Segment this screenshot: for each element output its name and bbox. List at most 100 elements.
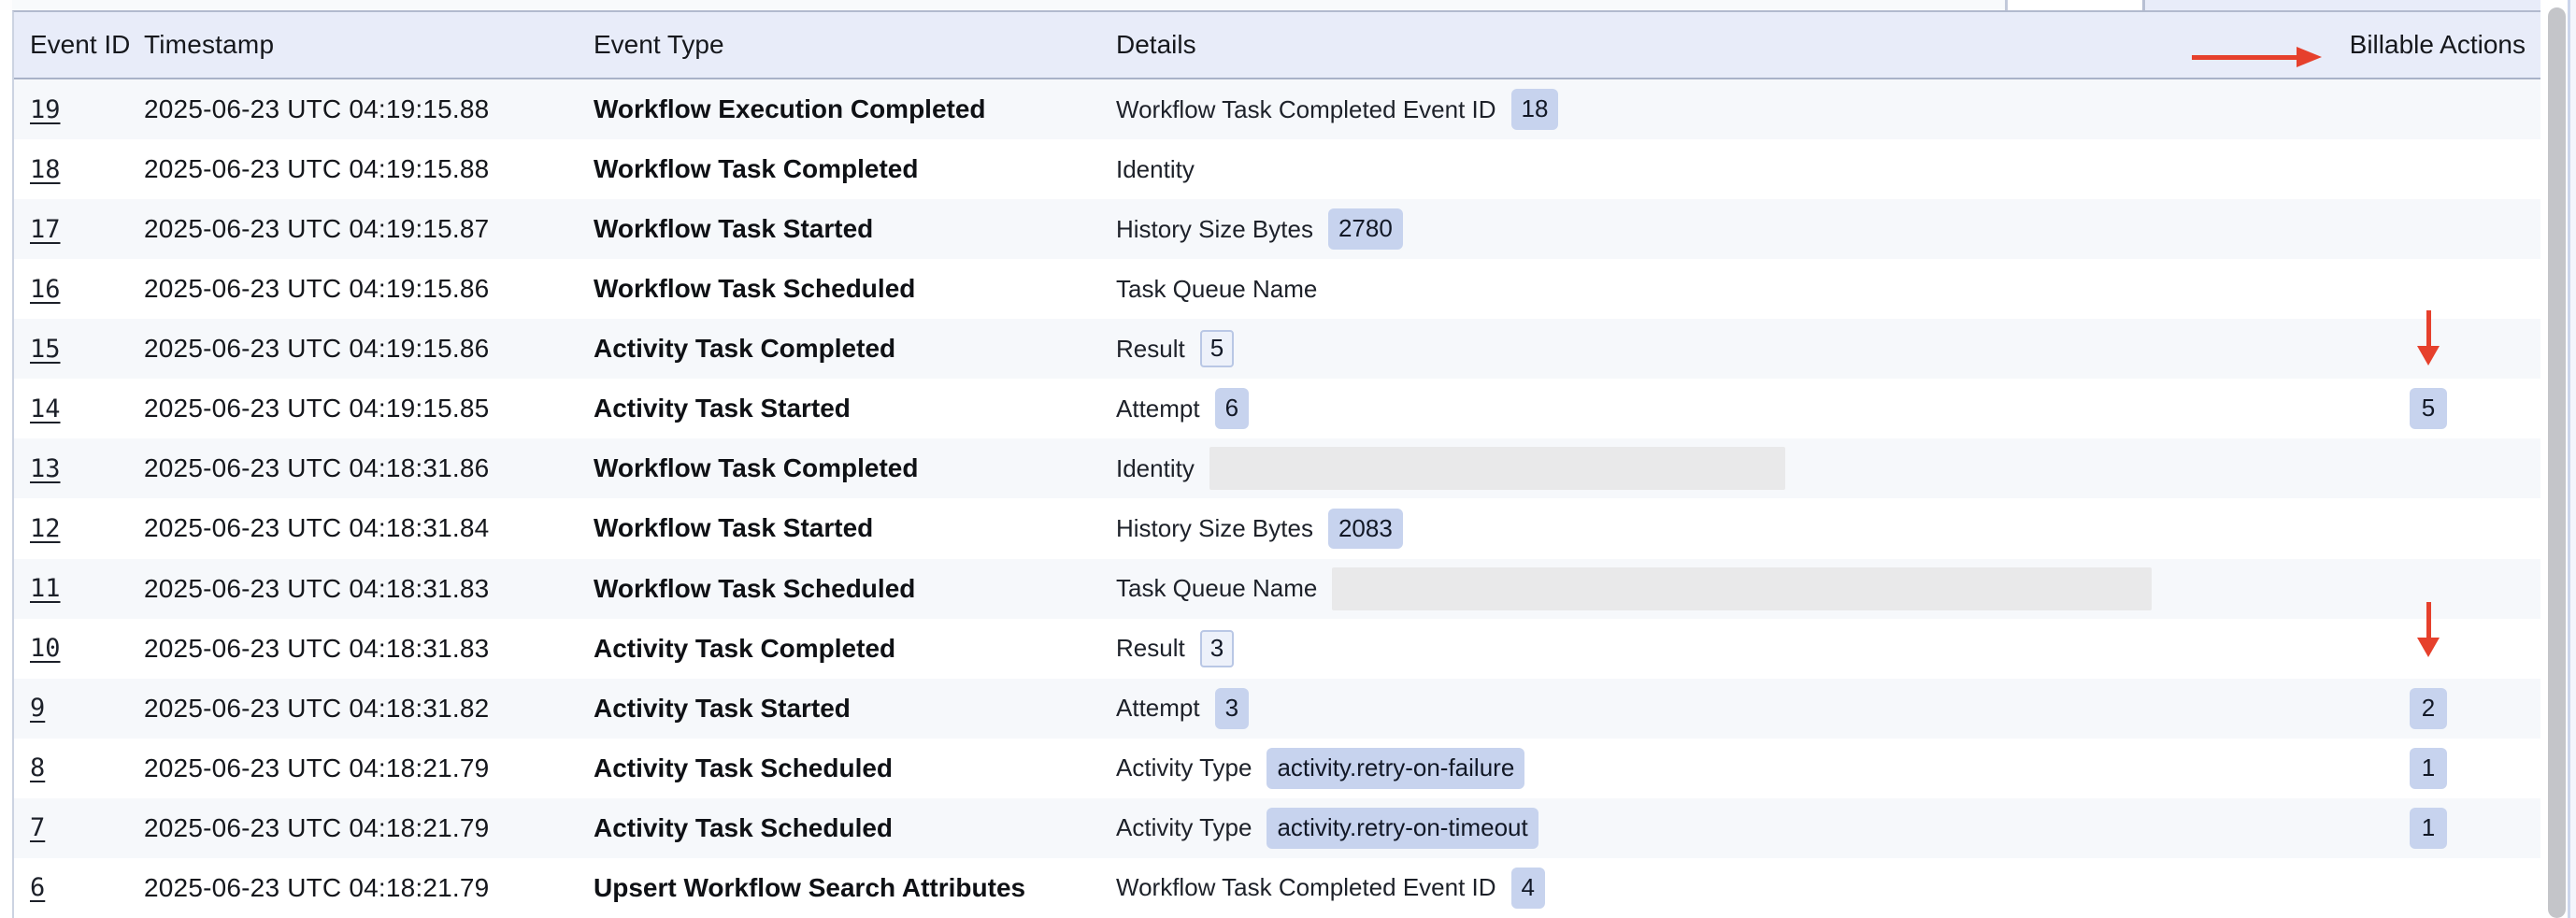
column-header-event-type: Event Type <box>594 30 1116 60</box>
detail-value-chip: activity.retry-on-failure <box>1267 748 1524 789</box>
event-type: Activity Task Completed <box>594 334 1116 364</box>
top-strip-segment <box>2008 0 2142 10</box>
detail-label: Workflow Task Completed Event ID <box>1116 95 1496 124</box>
red-down-arrow-icon <box>2415 602 2441 658</box>
event-id-link[interactable]: 8 <box>30 753 45 782</box>
event-id-link[interactable]: 9 <box>30 694 45 723</box>
detail-label: Identity <box>1116 155 1195 184</box>
column-header-timestamp: Timestamp <box>144 30 594 60</box>
top-cropped-strip <box>0 0 2576 10</box>
event-timestamp: 2025-06-23 UTC 04:19:15.88 <box>144 154 594 184</box>
event-id-link[interactable]: 6 <box>30 873 45 902</box>
detail-value-chip: 18 <box>1511 89 1559 130</box>
event-id-link[interactable]: 13 <box>30 454 61 483</box>
event-type: Upsert Workflow Search Attributes <box>594 873 1116 903</box>
detail-label: Activity Type <box>1116 753 1252 782</box>
detail-label: Task Queue Name <box>1116 275 1317 304</box>
column-header-event-id: Event ID <box>14 30 144 60</box>
event-row[interactable]: 9 2025-06-23 UTC 04:18:31.82 Activity Ta… <box>14 679 2540 739</box>
detail-value-chip: activity.retry-on-timeout <box>1267 808 1538 849</box>
event-row[interactable]: 10 2025-06-23 UTC 04:18:31.83 Activity T… <box>14 619 2540 679</box>
event-timestamp: 2025-06-23 UTC 04:18:31.83 <box>144 574 594 604</box>
event-row[interactable]: 7 2025-06-23 UTC 04:18:21.79 Activity Ta… <box>14 798 2540 858</box>
table-header-row: Event ID Timestamp Event Type Details Bi… <box>14 12 2540 79</box>
event-type: Workflow Task Started <box>594 214 1116 244</box>
event-type: Activity Task Started <box>594 394 1116 423</box>
billable-count-chip: 1 <box>2410 808 2447 849</box>
detail-value-chip: 4 <box>1511 868 1545 909</box>
event-row[interactable]: 8 2025-06-23 UTC 04:18:21.79 Activity Ta… <box>14 739 2540 798</box>
panel-edge-fill <box>2570 0 2576 918</box>
event-id-link[interactable]: 7 <box>30 813 45 842</box>
event-id-link[interactable]: 10 <box>30 634 61 663</box>
event-row[interactable]: 12 2025-06-23 UTC 04:18:31.84 Workflow T… <box>14 498 2540 558</box>
detail-label: Result <box>1116 335 1185 364</box>
event-type: Workflow Task Completed <box>594 154 1116 184</box>
detail-label: Result <box>1116 634 1185 663</box>
detail-label: History Size Bytes <box>1116 215 1313 244</box>
event-row[interactable]: 15 2025-06-23 UTC 04:19:15.86 Activity T… <box>14 319 2540 379</box>
detail-value-chip: 5 <box>1200 330 1234 367</box>
red-right-arrow-icon <box>2192 45 2323 69</box>
event-id-link[interactable]: 18 <box>30 155 61 184</box>
event-id-link[interactable]: 14 <box>30 394 61 423</box>
event-timestamp: 2025-06-23 UTC 04:19:15.87 <box>144 214 594 244</box>
event-type: Workflow Task Started <box>594 513 1116 543</box>
column-divider <box>2005 0 2008 10</box>
event-type: Workflow Task Scheduled <box>594 574 1116 604</box>
event-id-link[interactable]: 17 <box>30 215 61 244</box>
redacted-value <box>1209 447 1785 490</box>
event-row[interactable]: 19 2025-06-23 UTC 04:19:15.88 Workflow E… <box>14 79 2540 139</box>
event-type: Activity Task Scheduled <box>594 753 1116 783</box>
event-timestamp: 2025-06-23 UTC 04:18:31.84 <box>144 513 594 543</box>
detail-value-chip: 2780 <box>1328 208 1403 250</box>
event-id-link[interactable]: 12 <box>30 514 61 543</box>
event-row[interactable]: 13 2025-06-23 UTC 04:18:31.86 Workflow T… <box>14 438 2540 498</box>
event-row[interactable]: 14 2025-06-23 UTC 04:19:15.85 Activity T… <box>14 379 2540 438</box>
event-type: Activity Task Scheduled <box>594 813 1116 843</box>
detail-value-chip: 3 <box>1200 630 1234 667</box>
event-type: Workflow Task Completed <box>594 453 1116 483</box>
event-id-link[interactable]: 15 <box>30 335 61 364</box>
event-timestamp: 2025-06-23 UTC 04:18:31.86 <box>144 453 594 483</box>
detail-label: Task Queue Name <box>1116 574 1317 603</box>
detail-label: Workflow Task Completed Event ID <box>1116 873 1496 902</box>
event-timestamp: 2025-06-23 UTC 04:18:31.82 <box>144 694 594 724</box>
top-strip-segment <box>12 0 2006 10</box>
event-row[interactable]: 16 2025-06-23 UTC 04:19:15.86 Workflow T… <box>14 259 2540 319</box>
event-id-link[interactable]: 16 <box>30 275 61 304</box>
red-down-arrow-icon <box>2415 310 2441 366</box>
event-timestamp: 2025-06-23 UTC 04:18:21.79 <box>144 813 594 843</box>
redacted-value <box>1332 567 2152 610</box>
detail-label: History Size Bytes <box>1116 514 1313 543</box>
event-id-link[interactable]: 19 <box>30 95 61 124</box>
event-timestamp: 2025-06-23 UTC 04:19:15.86 <box>144 334 594 364</box>
event-row[interactable]: 17 2025-06-23 UTC 04:19:15.87 Workflow T… <box>14 199 2540 259</box>
event-timestamp: 2025-06-23 UTC 04:18:21.79 <box>144 873 594 903</box>
top-strip-segment <box>2145 0 2540 10</box>
event-type: Workflow Execution Completed <box>594 94 1116 124</box>
detail-value-chip: 6 <box>1215 388 1249 429</box>
event-timestamp: 2025-06-23 UTC 04:19:15.85 <box>144 394 594 423</box>
detail-value-chip: 2083 <box>1328 509 1403 550</box>
event-row[interactable]: 11 2025-06-23 UTC 04:18:31.83 Workflow T… <box>14 559 2540 619</box>
billable-count-chip: 2 <box>2410 688 2447 729</box>
detail-label: Attempt <box>1116 694 1200 723</box>
event-type: Workflow Task Scheduled <box>594 274 1116 304</box>
column-divider <box>2142 0 2145 10</box>
event-timestamp: 2025-06-23 UTC 04:18:31.83 <box>144 634 594 664</box>
billable-count-chip: 1 <box>2410 748 2447 789</box>
event-id-link[interactable]: 11 <box>30 574 61 603</box>
table-body: 19 2025-06-23 UTC 04:19:15.88 Workflow E… <box>14 79 2540 918</box>
event-row[interactable]: 6 2025-06-23 UTC 04:18:21.79 Upsert Work… <box>14 858 2540 918</box>
scrollbar-thumb[interactable] <box>2548 7 2566 918</box>
event-timestamp: 2025-06-23 UTC 04:19:15.88 <box>144 94 594 124</box>
event-row[interactable]: 18 2025-06-23 UTC 04:19:15.88 Workflow T… <box>14 139 2540 199</box>
event-history-table: Event ID Timestamp Event Type Details Bi… <box>12 10 2540 918</box>
detail-value-chip: 3 <box>1215 688 1249 729</box>
event-type: Activity Task Started <box>594 694 1116 724</box>
event-type: Activity Task Completed <box>594 634 1116 664</box>
billable-count-chip: 5 <box>2410 388 2447 429</box>
detail-label: Activity Type <box>1116 813 1252 842</box>
column-header-details: Details <box>1116 30 2197 60</box>
